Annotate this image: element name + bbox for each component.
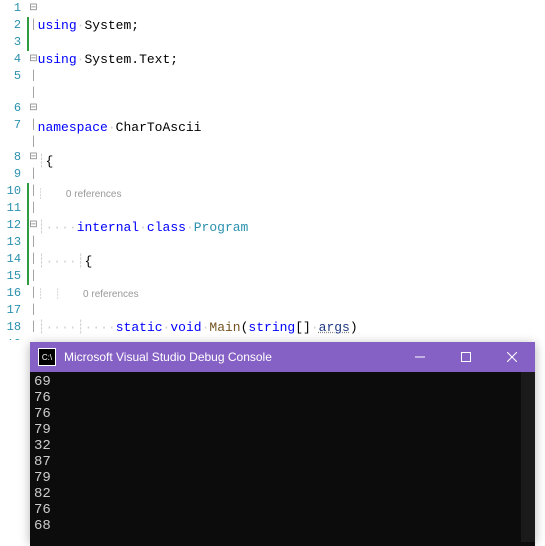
fold-toggle[interactable]: ⊟ — [29, 149, 37, 166]
close-button[interactable] — [489, 342, 535, 372]
fold-toggle[interactable]: ⊟ — [29, 100, 37, 117]
fold-toggle[interactable]: ⊟ — [29, 217, 37, 234]
code-editor[interactable]: 1 2 3 4 5 6 7 8 9 10 11 12 13 14 15 16 1… — [0, 0, 545, 340]
console-output[interactable]: 69 76 76 79 32 87 79 82 76 68 — [30, 372, 535, 546]
minimize-button[interactable] — [397, 342, 443, 372]
debug-console-window[interactable]: C:\ Microsoft Visual Studio Debug Consol… — [30, 342, 535, 542]
fold-toggle[interactable]: ⊟ — [29, 51, 37, 68]
outline-fold-column[interactable]: ⊟ │ ⊟ │ │ ⊟ │ │ ⊟ │ │ │ ⊟ │ │ │ │ │ │ — [29, 0, 37, 340]
console-title: Microsoft Visual Studio Debug Console — [64, 350, 397, 364]
line-number-gutter: 1 2 3 4 5 6 7 8 9 10 11 12 13 14 15 16 1… — [0, 0, 27, 340]
console-icon: C:\ — [38, 348, 56, 366]
code-area[interactable]: using·System; using·System.Text; namespa… — [38, 0, 545, 340]
fold-toggle[interactable]: ⊟ — [29, 0, 37, 17]
console-scrollbar[interactable] — [521, 372, 535, 542]
console-titlebar[interactable]: C:\ Microsoft Visual Studio Debug Consol… — [30, 342, 535, 372]
maximize-button[interactable] — [443, 342, 489, 372]
